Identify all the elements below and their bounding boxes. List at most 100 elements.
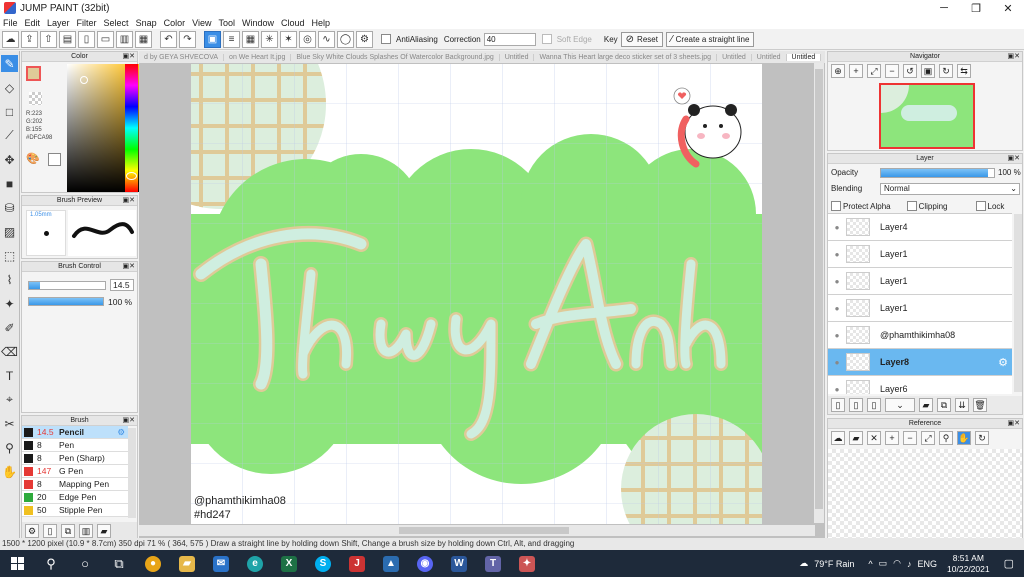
menu-help[interactable]: Help xyxy=(312,18,331,28)
canvas-vertical-scrollbar[interactable] xyxy=(814,63,824,523)
clock[interactable]: 8:51 AM 10/22/2021 xyxy=(947,553,990,575)
layer-list-scrollbar[interactable] xyxy=(1014,214,1022,392)
soft-edge-checkbox[interactable] xyxy=(541,34,552,44)
straight-line-button[interactable]: ⁄ Create a straight line xyxy=(665,31,755,47)
reference-cloud-icon[interactable]: ☁ xyxy=(831,431,845,445)
snap-off-icon[interactable]: ▣ xyxy=(204,30,221,48)
menu-color[interactable]: Color xyxy=(164,18,186,28)
brush-delete-icon[interactable]: ▥ xyxy=(79,524,93,538)
upload-icon[interactable]: ⇪ xyxy=(21,30,38,48)
operation-tool-icon[interactable]: ⌖ xyxy=(1,391,18,408)
reference-hand-icon[interactable]: ✋ xyxy=(957,431,971,445)
hue-cursor[interactable] xyxy=(126,172,137,180)
palette-icon[interactable]: 🎨 xyxy=(26,152,40,165)
panel-close-icon[interactable]: ▣✕ xyxy=(1008,52,1020,62)
snap-settings-icon[interactable]: ⚙ xyxy=(356,30,373,48)
reference-zoom-in-icon[interactable]: + xyxy=(885,431,899,445)
weather-text[interactable]: 79°F Rain xyxy=(814,559,854,569)
navigator-thumbnail[interactable] xyxy=(879,83,975,149)
brush-folder-icon[interactable]: ▰ xyxy=(97,524,111,538)
merge-layer-icon[interactable]: ⇊ xyxy=(955,398,969,412)
snap-curve-icon[interactable]: ∿ xyxy=(318,30,335,48)
dot-tool-icon[interactable]: □ xyxy=(1,103,18,120)
menu-tool[interactable]: Tool xyxy=(218,18,235,28)
tray-chevron-icon[interactable]: ^ xyxy=(868,559,872,569)
word-icon[interactable]: W xyxy=(442,550,476,577)
close-button[interactable]: ✕ xyxy=(992,2,1024,15)
brush-item-pencil[interactable]: 14.5 Pencil ⚙ xyxy=(22,426,128,439)
new-layer-8bit-icon[interactable]: ▯ xyxy=(849,398,863,412)
snap-vanishing-icon[interactable]: ✳ xyxy=(261,30,278,48)
magic-wand-icon[interactable]: ✦ xyxy=(1,295,18,312)
layer-row[interactable]: ● Layer4 xyxy=(828,214,1012,241)
menu-layer[interactable]: Layer xyxy=(47,18,70,28)
color-menu-button[interactable] xyxy=(48,153,61,166)
visibility-icon[interactable]: ● xyxy=(828,250,846,259)
chrome-icon[interactable]: ● xyxy=(136,550,170,577)
visibility-icon[interactable]: ● xyxy=(828,331,846,340)
reference-eyedropper-icon[interactable]: ⚲ xyxy=(939,431,953,445)
snap-crisscross-icon[interactable]: ▦ xyxy=(242,30,259,48)
layer-row[interactable]: ● Layer1 xyxy=(828,268,1012,295)
document-icon[interactable]: ▯ xyxy=(78,30,95,48)
wifi-icon[interactable]: ◠ xyxy=(893,558,901,569)
lasso-tool-icon[interactable]: ⌇ xyxy=(1,271,18,288)
canvas-document[interactable]: @phamthikimha08 #hd247 xyxy=(191,64,762,524)
panel-close-icon[interactable]: ▣✕ xyxy=(1008,154,1020,164)
print-icon[interactable]: ▤ xyxy=(59,30,76,48)
canvas-horizontal-scrollbar[interactable] xyxy=(139,525,815,536)
pages-icon[interactable]: ▥ xyxy=(116,30,133,48)
discord-icon[interactable]: ◉ xyxy=(408,550,442,577)
edge-icon[interactable]: e xyxy=(238,550,272,577)
photos-icon[interactable]: ▲ xyxy=(374,550,408,577)
layer-row[interactable]: ● Layer1 xyxy=(828,241,1012,268)
tab-wanna-heart[interactable]: Wanna This Heart large deco sticker set … xyxy=(534,53,718,61)
snap-parallel-icon[interactable]: ≡ xyxy=(223,30,240,48)
file-explorer-icon[interactable]: ▰ xyxy=(170,550,204,577)
clipping-checkbox[interactable] xyxy=(906,201,917,211)
select-pen-icon[interactable]: ✐ xyxy=(1,319,18,336)
panel-close-icon[interactable]: ▣✕ xyxy=(123,52,135,62)
minimize-button[interactable]: ─ xyxy=(928,2,960,14)
copy-layer-icon[interactable]: ⧉ xyxy=(937,398,951,412)
layer-row[interactable]: ● Layer6 xyxy=(828,376,1012,394)
layer-menu-button[interactable]: ⌄ xyxy=(885,398,915,412)
divide-tool-icon[interactable]: ✂ xyxy=(1,415,18,432)
panel-close-icon[interactable]: ▣✕ xyxy=(123,416,135,426)
line-tool-icon[interactable]: ⟋ xyxy=(1,127,18,144)
transparent-color-swatch[interactable] xyxy=(29,92,42,105)
pen-tool-icon[interactable]: ✎ xyxy=(1,55,18,72)
rotate-right-icon[interactable]: ↻ xyxy=(939,64,953,78)
visibility-icon[interactable]: ● xyxy=(828,385,846,394)
tab-geya[interactable]: d by GEYA SHVECOVA xyxy=(139,53,225,61)
task-view-icon[interactable]: ⧉ xyxy=(102,550,136,577)
snap-circle-icon[interactable]: ◎ xyxy=(299,30,316,48)
tab-untitled-2[interactable]: Untitled xyxy=(717,53,752,61)
volume-icon[interactable]: ♪ xyxy=(907,559,912,569)
lock-checkbox[interactable] xyxy=(975,201,986,211)
visibility-icon[interactable]: ● xyxy=(828,358,846,367)
reset-view-icon[interactable]: ▣ xyxy=(921,64,935,78)
panel-close-icon[interactable]: ▣✕ xyxy=(123,196,135,206)
fit-icon[interactable]: ⤢ xyxy=(867,64,881,78)
brush-item-stipple-pen[interactable]: 50 Stipple Pen xyxy=(22,504,128,517)
jump-paint-taskbar-icon[interactable]: J xyxy=(340,550,374,577)
tab-untitled-3[interactable]: Untitled xyxy=(752,53,787,61)
delete-layer-icon[interactable]: 🗑 xyxy=(973,398,987,412)
reference-zoom-out-icon[interactable]: − xyxy=(903,431,917,445)
brush-save-icon[interactable]: ⚙ xyxy=(25,524,39,538)
gradient-tool-icon[interactable]: ▨ xyxy=(1,223,18,240)
correction-select[interactable]: 40 xyxy=(483,32,536,46)
menu-file[interactable]: File xyxy=(3,18,18,28)
select-eraser-icon[interactable]: ⌫ xyxy=(1,343,18,360)
language-indicator[interactable]: ENG xyxy=(918,559,938,569)
select-tool-icon[interactable]: ⬚ xyxy=(1,247,18,264)
brush-opacity-slider[interactable] xyxy=(28,297,104,306)
panel-close-icon[interactable]: ▣✕ xyxy=(123,262,135,272)
brush-size-value[interactable]: 14.5 xyxy=(110,279,134,291)
redo-icon[interactable]: ↷ xyxy=(179,30,196,48)
brush-item-mapping-pen[interactable]: 8 Mapping Pen xyxy=(22,478,128,491)
rotate-left-icon[interactable]: ↺ xyxy=(903,64,917,78)
snap-radial-icon[interactable]: ✶ xyxy=(280,30,297,48)
brush-item-g-pen[interactable]: 147 G Pen xyxy=(22,465,128,478)
